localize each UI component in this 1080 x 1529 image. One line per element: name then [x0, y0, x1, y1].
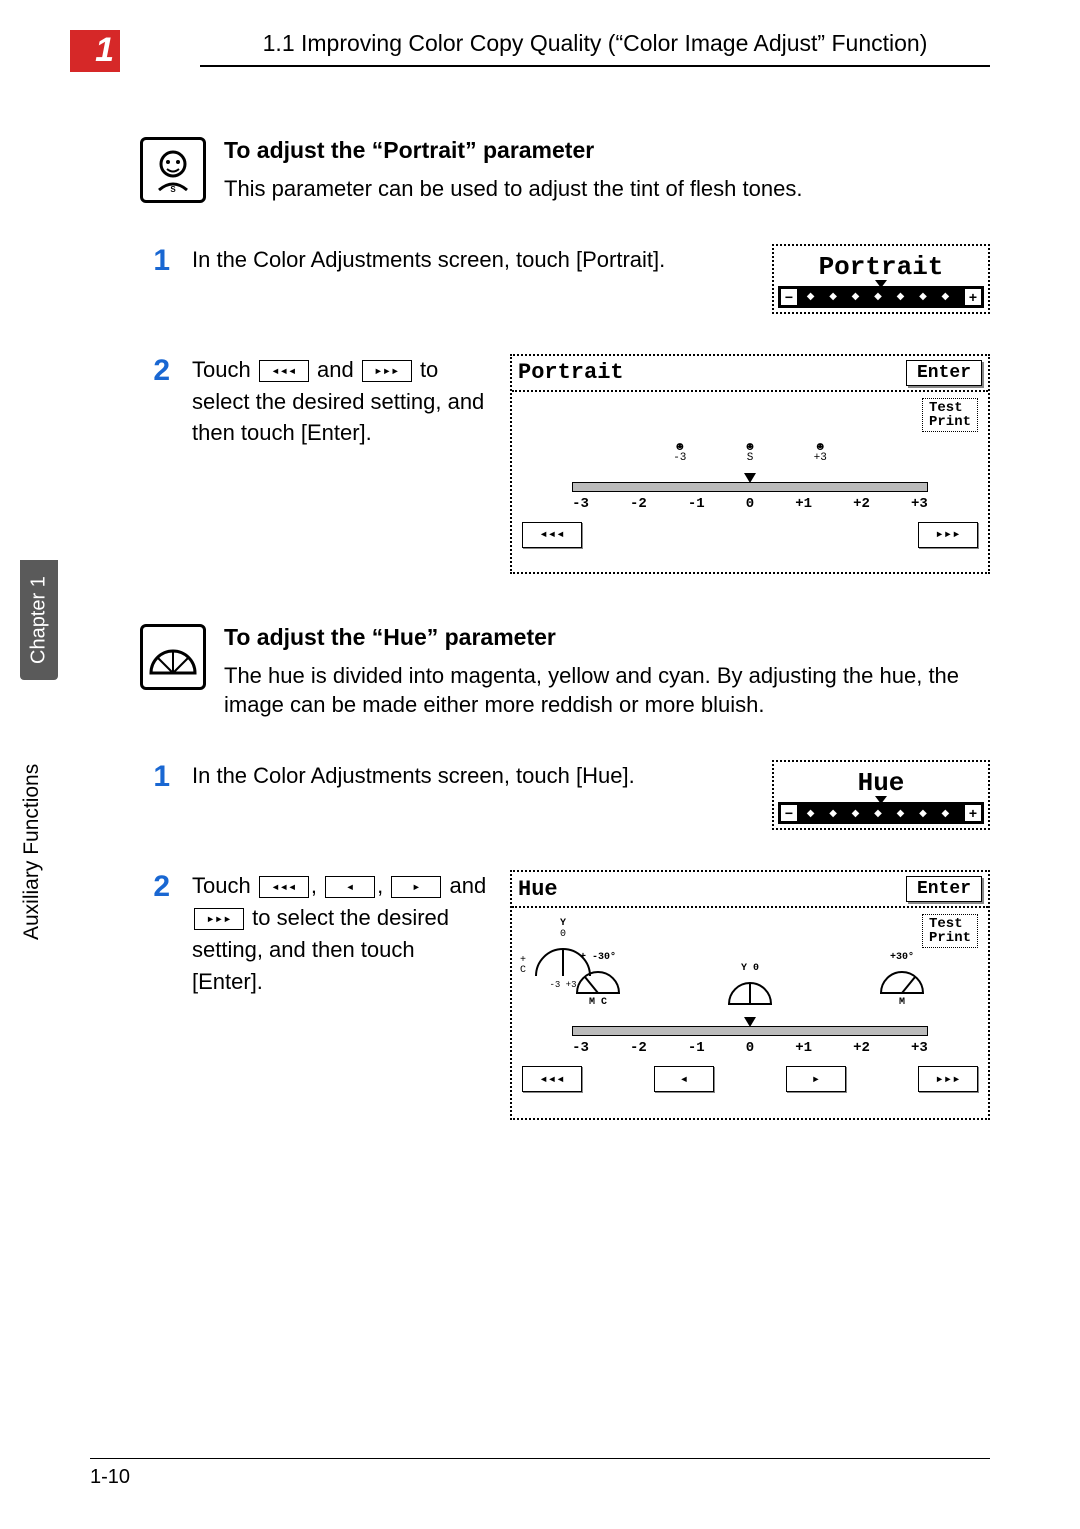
scale-tick: 0: [746, 496, 754, 512]
scale-tick: +3: [911, 496, 928, 512]
portrait-face-row: ☻-3 ☻S ☻+3: [522, 440, 978, 464]
triple-right-arrow-button[interactable]: ▸▸▸: [362, 360, 412, 382]
hue-screen-title: Hue: [518, 877, 558, 902]
portrait-scale: -3 -2 -1 0 +1 +2 +3: [572, 482, 928, 512]
marker-icon: [875, 280, 887, 288]
step-number: 2: [140, 354, 170, 388]
hue-fan-icon: +30° M: [870, 952, 934, 1008]
step-number: 1: [140, 244, 170, 278]
portrait-mini-scale: − ◆ ◆ ◆ ◆ ◆ ◆ ◆ +: [778, 286, 984, 308]
triple-right-arrow-button[interactable]: ▸▸▸: [194, 908, 244, 930]
plus-icon: +: [965, 289, 981, 305]
side-tab-section: Auxiliary Functions: [20, 690, 44, 940]
triple-left-arrow-button[interactable]: ◂◂◂: [259, 360, 309, 382]
scale-tick: -3: [572, 496, 589, 512]
hue-mini-scale: − ◆ ◆ ◆ ◆ ◆ ◆ ◆ +: [778, 802, 984, 824]
scale-tick: +1: [795, 1040, 812, 1056]
hue-heading: To adjust the “Hue” parameter: [224, 624, 990, 651]
portrait-step2: Touch ◂◂◂ and ▸▸▸ to select the desired …: [192, 354, 488, 450]
running-head: 1.1 Improving Color Copy Quality (“Color…: [200, 30, 990, 67]
hue-fan-row: + -30° M C Y 0 +30° M: [522, 952, 978, 1008]
hue-legend: + C: [520, 956, 526, 976]
plus-icon: +: [965, 805, 981, 821]
footer-rule: [90, 1458, 990, 1459]
scale-tick: +2: [853, 496, 870, 512]
side-tab: Chapter 1 Auxiliary Functions: [20, 560, 58, 960]
hue-screen: Hue Enter Test Print + C Y0: [510, 870, 990, 1120]
scale-tick: -3: [572, 1040, 589, 1056]
scale-tick: +2: [853, 1040, 870, 1056]
hue-scale: -3 -2 -1 0 +1 +2 +3: [572, 1026, 928, 1056]
portrait-screen: Portrait Enter Test Print ☻-3 ☻S ☻+3: [510, 354, 990, 574]
step-number: 2: [140, 870, 170, 904]
minus-icon: −: [781, 289, 797, 305]
scale-tick: +1: [795, 496, 812, 512]
triple-left-arrow-button[interactable]: ◂◂◂: [259, 876, 309, 898]
side-tab-chapter: Chapter 1: [20, 560, 58, 680]
enter-button[interactable]: Enter: [906, 876, 982, 902]
triple-left-arrow-button[interactable]: ◂◂◂: [522, 522, 582, 548]
face-icon: ☻-3: [673, 440, 686, 464]
single-left-arrow-button[interactable]: ◂: [654, 1066, 714, 1092]
face-icon: ☻+3: [814, 440, 827, 464]
page-number: 1-10: [90, 1466, 130, 1489]
portrait-icon: S: [140, 137, 206, 203]
hue-mini-panel: Hue − ◆ ◆ ◆ ◆ ◆ ◆ ◆ +: [772, 760, 990, 830]
chapter-number-tab: 1: [70, 30, 120, 72]
test-print-button[interactable]: Test Print: [922, 398, 978, 432]
portrait-body: This parameter can be used to adjust the…: [224, 174, 990, 204]
enter-button[interactable]: Enter: [906, 360, 982, 386]
hue-dial-label: Y0: [530, 918, 596, 940]
portrait-screen-title: Portrait: [518, 360, 624, 385]
scale-tick: -1: [688, 496, 705, 512]
minus-icon: −: [781, 805, 797, 821]
triple-right-arrow-button[interactable]: ▸▸▸: [918, 522, 978, 548]
marker-icon: [744, 473, 756, 483]
single-left-arrow-button[interactable]: ◂: [325, 876, 375, 898]
hue-fan-icon: + -30° M C: [566, 952, 630, 1008]
hue-fan-icon: Y 0: [718, 963, 782, 1008]
hue-body: The hue is divided into magenta, yellow …: [224, 661, 990, 720]
test-print-button[interactable]: Test Print: [922, 914, 978, 948]
single-right-arrow-button[interactable]: ▸: [786, 1066, 846, 1092]
triple-left-arrow-button[interactable]: ◂◂◂: [522, 1066, 582, 1092]
portrait-step1: In the Color Adjustments screen, touch […: [192, 244, 750, 276]
scale-tick: -2: [630, 496, 647, 512]
marker-icon: [875, 796, 887, 804]
scale-tick: -1: [688, 1040, 705, 1056]
scale-tick: 0: [746, 1040, 754, 1056]
portrait-heading: To adjust the “Portrait” parameter: [224, 137, 990, 164]
scale-tick: +3: [911, 1040, 928, 1056]
hue-icon: [140, 624, 206, 690]
scale-tick: -2: [630, 1040, 647, 1056]
hue-step2: Touch ◂◂◂, ◂, ▸ and ▸▸▸ to select the de…: [192, 870, 488, 998]
portrait-mini-panel: Portrait − ◆ ◆ ◆ ◆ ◆ ◆ ◆ +: [772, 244, 990, 314]
marker-icon: [744, 1017, 756, 1027]
single-right-arrow-button[interactable]: ▸: [391, 876, 441, 898]
triple-right-arrow-button[interactable]: ▸▸▸: [918, 1066, 978, 1092]
face-icon: ☻S: [746, 440, 753, 464]
step-number: 1: [140, 760, 170, 794]
hue-step1: In the Color Adjustments screen, touch […: [192, 760, 750, 792]
svg-text:S: S: [170, 185, 176, 194]
